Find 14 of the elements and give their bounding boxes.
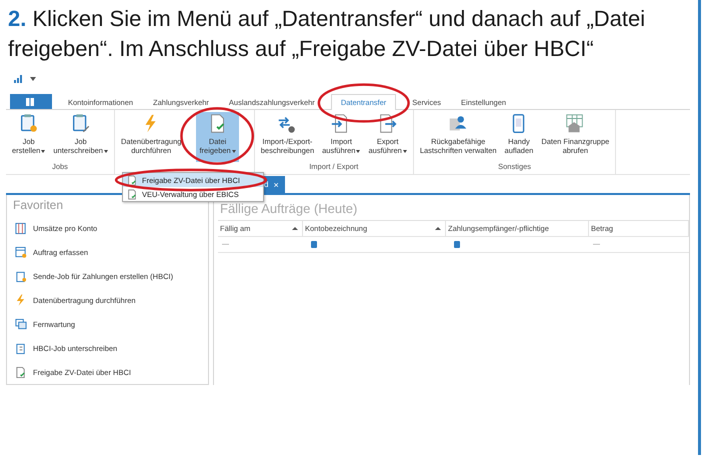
panel-title: Favoriten (13, 198, 64, 212)
document-check-icon (15, 366, 27, 378)
instruction-text: 2. Klicken Sie im Menü auf „Datentransfer“ und danach auf „Datei freigeben“. Im Anschluss auf „Freigabe ZV-Datei über HBCI“ (7, 5, 646, 63)
signal-bars-icon[interactable] (14, 75, 24, 83)
form-icon (15, 246, 27, 258)
windows-icon (15, 318, 27, 330)
document-icon (15, 342, 27, 354)
app-menu-button[interactable] (10, 94, 52, 109)
document-check-icon (127, 174, 137, 186)
caret-icon[interactable] (30, 77, 36, 81)
lightning-icon (15, 294, 27, 306)
book-icon (26, 98, 36, 106)
table-icon (15, 222, 27, 234)
document-check-icon (127, 188, 137, 200)
